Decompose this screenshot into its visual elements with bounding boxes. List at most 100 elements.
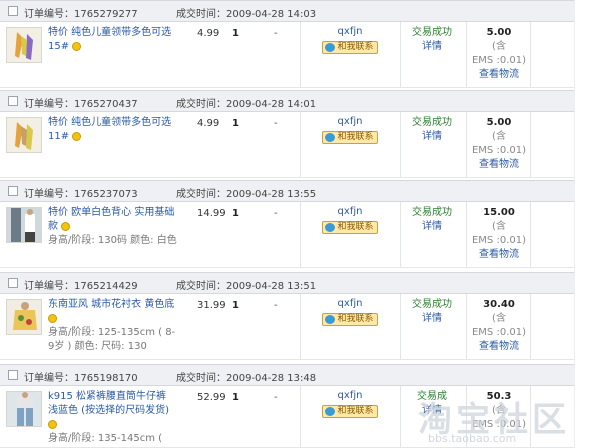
product-title[interactable]: 特价 纯色儿童领带多色可选 15# — [48, 27, 171, 52]
product-thumbnail[interactable] — [6, 207, 42, 243]
view-logistics-link[interactable]: 查看物流 — [468, 248, 530, 262]
status-cell: 交易成功 详情 — [400, 26, 464, 54]
detail-link[interactable]: 详情 — [400, 130, 464, 144]
chat-icon — [325, 407, 336, 416]
view-logistics-link[interactable]: 查看物流 — [468, 340, 530, 354]
total-cell: 5.00 (含 EMS :0.01) 查看物流 — [468, 26, 530, 82]
product-link[interactable]: 东南亚风 城市花衬衣 黄色底 身高/阶段: 125-135cm ( 8-9岁 )… — [48, 298, 178, 354]
divider — [466, 294, 467, 359]
product-title[interactable]: 特价 纯色儿童领带多色可选 11# — [48, 117, 171, 142]
trade-time: 成交时间：2009-04-28 14:01 — [176, 99, 317, 110]
divider — [466, 202, 467, 267]
scrollbar-track[interactable] — [574, 0, 590, 448]
contact-label: 和我联系 — [337, 222, 374, 232]
product-title[interactable]: k915 松紧裤腰直筒牛仔裤 浅蓝色 (按选择的尺码发货) — [48, 391, 169, 416]
product-link[interactable]: k915 松紧裤腰直筒牛仔裤 浅蓝色 (按选择的尺码发货) 身高/阶段: 135… — [48, 390, 178, 448]
product-link[interactable]: 特价 欧单白色背心 实用基础款 身高/阶段: 130码 颜色: 白色 — [48, 206, 178, 248]
trade-status: 交易成功 — [412, 117, 452, 128]
watermark: 淘宝社区 bbs.taobao.com — [408, 392, 590, 448]
shipping-fee: EMS :0.01) — [471, 327, 526, 338]
incl-label: (含 — [492, 221, 506, 232]
shipping-fee: EMS :0.01) — [471, 55, 526, 66]
order-checkbox[interactable] — [8, 370, 18, 380]
product-title[interactable]: 东南亚风 城市花衬衣 黄色底 — [48, 299, 174, 310]
refund-status: - — [274, 28, 278, 39]
trade-status: 交易成功 — [412, 207, 452, 218]
unit-price: 31.99 — [197, 300, 226, 311]
trade-time: 成交时间：2009-04-28 13:55 — [176, 189, 317, 200]
order-number: 订单编号：1765198170 — [24, 373, 138, 384]
chat-icon — [325, 223, 336, 232]
shipping-fee: EMS :0.01) — [471, 235, 526, 246]
detail-link[interactable]: 详情 — [400, 312, 464, 326]
unit-price: 14.99 — [197, 208, 226, 219]
refund-status: - — [274, 300, 278, 311]
total-amount: 5.00 — [486, 117, 512, 128]
view-logistics-link[interactable]: 查看物流 — [468, 68, 530, 82]
chat-icon — [325, 315, 336, 324]
product-thumbnail[interactable] — [6, 117, 42, 153]
order-header: 订单编号：1765198170 成交时间：2009-04-28 13:48 — [0, 364, 574, 386]
total-cell: 15.00 (含 EMS :0.01) 查看物流 — [468, 206, 530, 262]
contact-label: 和我联系 — [337, 406, 374, 416]
unit-price: 52.99 — [197, 392, 226, 403]
product-thumbnail[interactable] — [6, 27, 42, 63]
order-block: 订单编号：1765237073 成交时间：2009-04-28 13:55 特价… — [0, 180, 574, 268]
order-number: 订单编号：1765279277 — [24, 9, 138, 20]
order-row: 东南亚风 城市花衬衣 黄色底 身高/阶段: 125-135cm ( 8-9岁 )… — [0, 294, 574, 360]
order-row: 特价 欧单白色背心 实用基础款 身高/阶段: 130码 颜色: 白色 14.99… — [0, 202, 574, 268]
contact-label: 和我联系 — [337, 132, 374, 142]
quantity: 1 — [232, 28, 239, 39]
order-header: 订单编号：1765270437 成交时间：2009-04-28 14:01 — [0, 90, 574, 112]
contact-seller-button[interactable]: 和我联系 — [322, 41, 378, 54]
seller-cell: qxfjn 和我联系 — [300, 298, 400, 326]
bulb-icon — [72, 131, 82, 141]
divider — [530, 294, 531, 359]
contact-label: 和我联系 — [337, 42, 374, 52]
seller-name[interactable]: qxfjn — [300, 206, 400, 217]
seller-name[interactable]: qxfjn — [300, 26, 400, 37]
order-number: 订单编号：1765214429 — [24, 281, 138, 292]
quantity: 1 — [232, 208, 239, 219]
detail-link[interactable]: 详情 — [400, 220, 464, 234]
view-logistics-link[interactable]: 查看物流 — [468, 158, 530, 172]
contact-seller-button[interactable]: 和我联系 — [322, 313, 378, 326]
watermark-url: bbs.taobao.com — [428, 432, 517, 445]
order-header: 订单编号：1765237073 成交时间：2009-04-28 13:55 — [0, 180, 574, 202]
trade-status: 交易成功 — [412, 27, 452, 38]
order-header: 订单编号：1765279277 成交时间：2009-04-28 14:03 — [0, 0, 574, 22]
seller-cell: qxfjn 和我联系 — [300, 206, 400, 234]
contact-seller-button[interactable]: 和我联系 — [322, 131, 378, 144]
total-amount: 15.00 — [483, 207, 515, 218]
seller-cell: qxfjn 和我联系 — [300, 26, 400, 54]
seller-name[interactable]: qxfjn — [300, 116, 400, 127]
total-cell: 30.40 (含 EMS :0.01) 查看物流 — [468, 298, 530, 354]
incl-label: (含 — [492, 41, 506, 52]
divider — [466, 22, 467, 87]
divider — [530, 202, 531, 267]
divider — [530, 22, 531, 87]
order-block: 订单编号：1765214429 成交时间：2009-04-28 13:51 东南… — [0, 272, 574, 360]
product-thumbnail[interactable] — [6, 391, 42, 427]
order-checkbox[interactable] — [8, 278, 18, 288]
bulb-icon — [61, 221, 71, 231]
status-cell: 交易成功 详情 — [400, 298, 464, 326]
total-cell: 5.00 (含 EMS :0.01) 查看物流 — [468, 116, 530, 172]
detail-link[interactable]: 详情 — [400, 40, 464, 54]
order-number: 订单编号：1765237073 — [24, 189, 138, 200]
contact-seller-button[interactable]: 和我联系 — [322, 405, 378, 418]
product-thumbnail[interactable] — [6, 299, 42, 335]
contact-label: 和我联系 — [337, 314, 374, 324]
order-row: 特价 纯色儿童领带多色可选 15# 4.99 1 - qxfjn 和我联系 交易… — [0, 22, 574, 88]
seller-name[interactable]: qxfjn — [300, 298, 400, 309]
order-checkbox[interactable] — [8, 6, 18, 16]
order-checkbox[interactable] — [8, 186, 18, 196]
product-link[interactable]: 特价 纯色儿童领带多色可选 15# — [48, 26, 178, 54]
product-link[interactable]: 特价 纯色儿童领带多色可选 11# — [48, 116, 178, 144]
seller-name[interactable]: qxfjn — [300, 390, 400, 401]
order-checkbox[interactable] — [8, 96, 18, 106]
total-amount: 5.00 — [486, 27, 512, 38]
bulb-icon — [48, 313, 57, 323]
incl-label: (含 — [492, 313, 506, 324]
contact-seller-button[interactable]: 和我联系 — [322, 221, 378, 234]
